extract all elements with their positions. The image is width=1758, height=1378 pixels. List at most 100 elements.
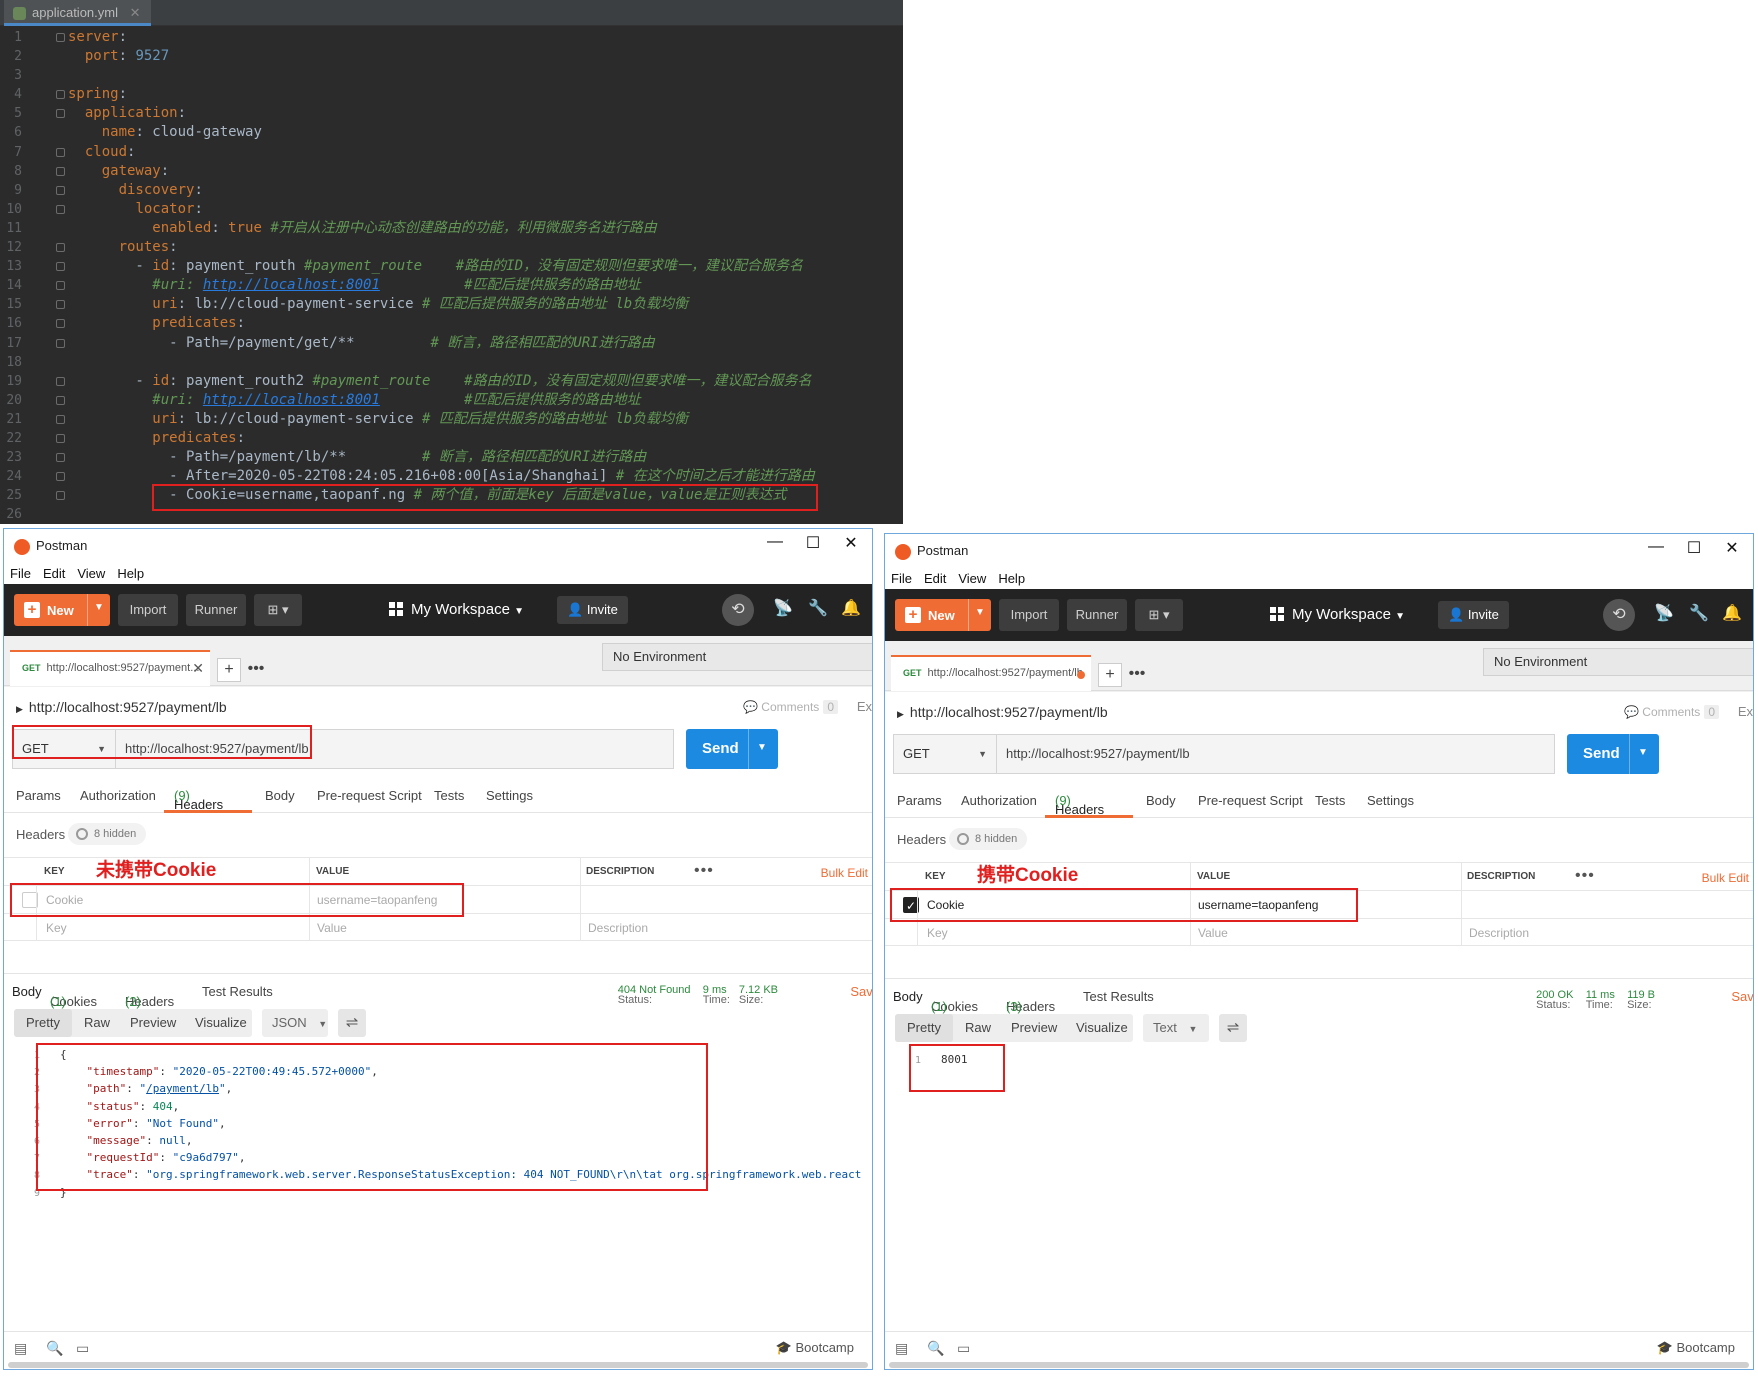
tab-test-results[interactable]: Test Results [202, 984, 273, 999]
view-pretty[interactable]: Pretty [907, 1020, 941, 1035]
tab-response-body[interactable]: Body [12, 984, 42, 999]
horizontal-scrollbar[interactable] [8, 1362, 868, 1368]
comments-link[interactable]: 💬 Comments 0 [743, 700, 838, 714]
fold-marker-icon[interactable] [56, 262, 65, 272]
sidebar-toggle-icon[interactable]: ▤ [895, 1340, 908, 1357]
editor-tab-application-yml[interactable]: application.yml ✕ [4, 0, 151, 26]
minimize-icon[interactable]: — [1641, 538, 1671, 556]
view-raw[interactable]: Raw [965, 1020, 991, 1035]
environment-selector[interactable]: No Environment [1483, 648, 1753, 676]
view-visualize[interactable]: Visualize [195, 1015, 247, 1030]
bootcamp-link[interactable]: 🎓 Bootcamp [1657, 1340, 1735, 1356]
request-tab[interactable]: GET http://localhost:9527/payment/lb [891, 655, 1091, 691]
expand-arrow-icon[interactable]: ▶ [897, 709, 904, 719]
fold-marker-icon[interactable] [56, 33, 65, 42]
new-button[interactable]: + New ▼ [895, 599, 991, 631]
view-raw[interactable]: Raw [84, 1015, 110, 1030]
bootcamp-link[interactable]: 🎓 Bootcamp [776, 1340, 854, 1356]
code-area[interactable]: 1 server: 2 port: 9527 3 4 spring: 5 applicati… [0, 28, 903, 524]
more-options-icon[interactable]: ••• [1575, 867, 1595, 885]
new-button[interactable]: + New ▼ [14, 594, 110, 626]
menu-edit[interactable]: Edit [37, 563, 71, 584]
console-icon[interactable]: ▭ [957, 1340, 970, 1357]
method-select[interactable]: GET ▼ [893, 734, 997, 774]
fold-marker-icon[interactable] [56, 395, 65, 405]
description-placeholder[interactable]: Description [1469, 926, 1529, 940]
examples-link[interactable]: Ex [857, 699, 872, 714]
wrap-lines-icon[interactable]: ⇌ [338, 1009, 366, 1037]
comments-link[interactable]: 💬 Comments 0 [1624, 705, 1719, 719]
workspace-selector[interactable]: My Workspace ▼ [389, 594, 524, 626]
chevron-down-icon[interactable]: ▼ [975, 607, 985, 618]
wrap-lines-icon[interactable]: ⇌ [1219, 1014, 1247, 1042]
fold-marker-icon[interactable] [56, 338, 65, 348]
invite-button[interactable]: 👤 Invite [1438, 601, 1509, 629]
menu-file[interactable]: File [4, 563, 37, 584]
new-window-button[interactable]: ⊞ ▾ [254, 594, 302, 626]
fold-marker-icon[interactable] [56, 300, 65, 310]
bulk-edit-link[interactable]: Bulk Edit [1702, 871, 1749, 885]
format-select[interactable]: Text ▼ [1143, 1014, 1209, 1042]
tab-body[interactable]: Body [1146, 793, 1176, 808]
tab-headers[interactable]: Headers (9) [174, 788, 223, 812]
menu-help[interactable]: Help [111, 563, 150, 584]
find-icon[interactable]: 🔍 [46, 1340, 63, 1357]
menu-view[interactable]: View [952, 568, 992, 589]
chevron-down-icon[interactable]: ▼ [757, 742, 767, 753]
format-select[interactable]: JSON ▼ [262, 1009, 328, 1037]
save-response-button[interactable]: Save [1731, 989, 1753, 1004]
description-placeholder[interactable]: Description [588, 921, 648, 935]
tab-response-body[interactable]: Body [893, 989, 923, 1004]
close-icon[interactable]: ✕ [1717, 538, 1747, 558]
view-visualize[interactable]: Visualize [1076, 1020, 1128, 1035]
console-icon[interactable]: ▭ [76, 1340, 89, 1357]
tab-pre-request-script[interactable]: Pre-request Script [1198, 793, 1303, 808]
tab-tests[interactable]: Tests [434, 788, 464, 803]
url-input[interactable]: http://localhost:9527/payment/lb [997, 734, 1555, 774]
wrench-icon[interactable]: 🔧 [807, 598, 829, 620]
fold-marker-icon[interactable] [56, 147, 65, 157]
view-preview[interactable]: Preview [130, 1015, 176, 1030]
new-window-button[interactable]: ⊞ ▾ [1135, 599, 1183, 631]
chevron-down-icon[interactable]: ▼ [1638, 747, 1648, 758]
tab-settings[interactable]: Settings [486, 788, 533, 803]
tab-authorization[interactable]: Authorization [80, 788, 156, 803]
menu-file[interactable]: File [885, 568, 918, 589]
menu-edit[interactable]: Edit [918, 568, 952, 589]
fold-marker-icon[interactable] [56, 166, 65, 176]
fold-marker-icon[interactable] [56, 185, 65, 195]
value-placeholder[interactable]: Value [1198, 926, 1228, 940]
key-placeholder[interactable]: Key [927, 926, 948, 940]
tab-params[interactable]: Params [16, 788, 61, 803]
tab-authorization[interactable]: Authorization [961, 793, 1037, 808]
fold-marker-icon[interactable] [56, 243, 65, 253]
invite-button[interactable]: 👤 Invite [557, 596, 628, 624]
tab-tests[interactable]: Tests [1315, 793, 1345, 808]
fold-marker-icon[interactable] [56, 204, 65, 214]
fold-marker-icon[interactable] [56, 90, 65, 100]
tab-body[interactable]: Body [265, 788, 295, 803]
bulk-edit-link[interactable]: Bulk Edit [821, 866, 868, 880]
value-placeholder[interactable]: Value [317, 921, 347, 935]
add-tab-button[interactable]: + [1098, 663, 1122, 687]
add-tab-button[interactable]: + [217, 658, 241, 682]
hidden-headers-toggle[interactable]: 8 hidden [949, 828, 1028, 850]
fold-marker-icon[interactable] [56, 109, 65, 119]
more-tabs-icon[interactable]: ••• [1125, 663, 1149, 687]
satellite-icon[interactable]: 📡 [772, 598, 794, 620]
import-button[interactable]: Import [118, 594, 178, 626]
key-placeholder[interactable]: Key [46, 921, 67, 935]
minimize-icon[interactable]: — [760, 533, 790, 551]
fold-marker-icon[interactable] [56, 281, 65, 291]
tab-test-results[interactable]: Test Results [1083, 989, 1154, 1004]
fold-marker-icon[interactable] [56, 376, 65, 386]
close-icon[interactable]: ✕ [836, 533, 866, 553]
menu-help[interactable]: Help [992, 568, 1031, 589]
runner-button[interactable]: Runner [186, 594, 246, 626]
tab-settings[interactable]: Settings [1367, 793, 1414, 808]
view-pretty[interactable]: Pretty [26, 1015, 60, 1030]
send-button[interactable]: Send ▼ [686, 729, 778, 769]
close-tab-icon[interactable]: ✕ [192, 652, 204, 684]
satellite-icon[interactable]: 📡 [1653, 603, 1675, 625]
workspace-selector[interactable]: My Workspace ▼ [1270, 599, 1405, 631]
